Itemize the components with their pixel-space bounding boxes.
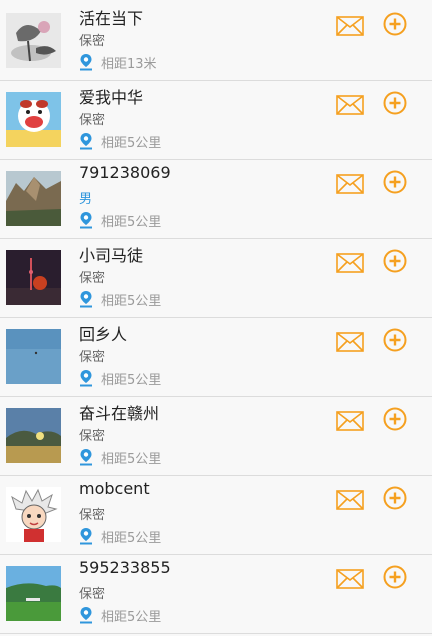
user-name: 活在当下 — [79, 9, 144, 28]
plus-circle-icon — [383, 486, 407, 510]
user-gender: 保密 — [79, 587, 106, 602]
user-gender: 保密 — [79, 34, 106, 49]
avatar[interactable] — [6, 171, 61, 226]
location-pin-icon — [80, 291, 92, 308]
user-distance: 相距5公里 — [79, 211, 162, 230]
user-gender: 保密 — [79, 508, 106, 523]
follow-button[interactable] — [383, 249, 407, 273]
location-pin-icon — [80, 607, 92, 624]
plus-circle-icon — [383, 249, 407, 273]
user-name: 595233855 — [79, 558, 171, 577]
envelope-icon — [336, 490, 364, 510]
distance-text: 相距5公里 — [101, 135, 162, 151]
location-pin-icon — [80, 528, 92, 545]
location-pin-icon — [80, 370, 92, 387]
user-distance: 相距5公里 — [79, 132, 162, 151]
plus-circle-icon — [383, 328, 407, 352]
follow-button[interactable] — [383, 328, 407, 352]
nearby-user-list: 活在当下 保密 相距13米 爱我中华 保密 相距5公里 791238069 男 … — [0, 0, 432, 636]
follow-button[interactable] — [383, 91, 407, 115]
plus-circle-icon — [383, 407, 407, 431]
envelope-icon — [336, 569, 364, 589]
distance-text: 相距13米 — [101, 56, 157, 72]
user-distance: 相距5公里 — [79, 369, 162, 388]
distance-text: 相距5公里 — [101, 372, 162, 388]
user-gender: 保密 — [79, 113, 106, 128]
follow-button[interactable] — [383, 486, 407, 510]
envelope-icon — [336, 411, 364, 431]
user-name: mobcent — [79, 479, 150, 498]
message-button[interactable] — [336, 490, 364, 510]
user-gender: 男 — [79, 192, 93, 207]
user-name: 回乡人 — [79, 325, 128, 344]
avatar[interactable] — [6, 250, 61, 305]
user-name: 791238069 — [79, 163, 171, 182]
avatar[interactable] — [6, 487, 61, 542]
envelope-icon — [336, 253, 364, 273]
avatar[interactable] — [6, 408, 61, 463]
plus-circle-icon — [383, 170, 407, 194]
message-button[interactable] — [336, 411, 364, 431]
avatar[interactable] — [6, 13, 61, 68]
location-pin-icon — [80, 449, 92, 466]
message-button[interactable] — [336, 569, 364, 589]
follow-button[interactable] — [383, 565, 407, 589]
envelope-icon — [336, 16, 364, 36]
follow-button[interactable] — [383, 407, 407, 431]
user-name: 奋斗在赣州 — [79, 404, 160, 423]
distance-text: 相距5公里 — [101, 214, 162, 230]
distance-text: 相距5公里 — [101, 609, 162, 625]
follow-button[interactable] — [383, 170, 407, 194]
location-pin-icon — [80, 54, 92, 71]
list-item[interactable]: 回乡人 保密 相距5公里 — [0, 318, 432, 397]
list-item[interactable]: mobcent 保密 相距5公里 — [0, 476, 432, 555]
list-item[interactable]: 爱我中华 保密 相距5公里 — [0, 81, 432, 160]
avatar[interactable] — [6, 92, 61, 147]
plus-circle-icon — [383, 91, 407, 115]
user-name: 爱我中华 — [79, 88, 144, 107]
list-item[interactable]: 791238069 男 相距5公里 — [0, 160, 432, 239]
plus-circle-icon — [383, 565, 407, 589]
user-distance: 相距13米 — [79, 53, 157, 72]
message-button[interactable] — [336, 16, 364, 36]
envelope-icon — [336, 174, 364, 194]
location-pin-icon — [80, 133, 92, 150]
follow-button[interactable] — [383, 12, 407, 36]
list-item[interactable]: 奋斗在赣州 保密 相距5公里 — [0, 397, 432, 476]
envelope-icon — [336, 95, 364, 115]
user-gender: 保密 — [79, 271, 106, 286]
user-distance: 相距5公里 — [79, 290, 162, 309]
message-button[interactable] — [336, 332, 364, 352]
user-distance: 相距5公里 — [79, 606, 162, 625]
message-button[interactable] — [336, 174, 364, 194]
list-item[interactable]: 595233855 保密 相距5公里 — [0, 555, 432, 634]
user-distance: 相距5公里 — [79, 448, 162, 467]
distance-text: 相距5公里 — [101, 530, 162, 546]
user-gender: 保密 — [79, 429, 106, 444]
list-item[interactable]: 小司马徒 保密 相距5公里 — [0, 239, 432, 318]
user-name: 小司马徒 — [79, 246, 144, 265]
plus-circle-icon — [383, 12, 407, 36]
avatar[interactable] — [6, 566, 61, 621]
list-item[interactable]: 活在当下 保密 相距13米 — [0, 2, 432, 81]
message-button[interactable] — [336, 95, 364, 115]
user-gender: 保密 — [79, 350, 106, 365]
distance-text: 相距5公里 — [101, 451, 162, 467]
envelope-icon — [336, 332, 364, 352]
user-distance: 相距5公里 — [79, 527, 162, 546]
location-pin-icon — [80, 212, 92, 229]
avatar[interactable] — [6, 329, 61, 384]
distance-text: 相距5公里 — [101, 293, 162, 309]
message-button[interactable] — [336, 253, 364, 273]
